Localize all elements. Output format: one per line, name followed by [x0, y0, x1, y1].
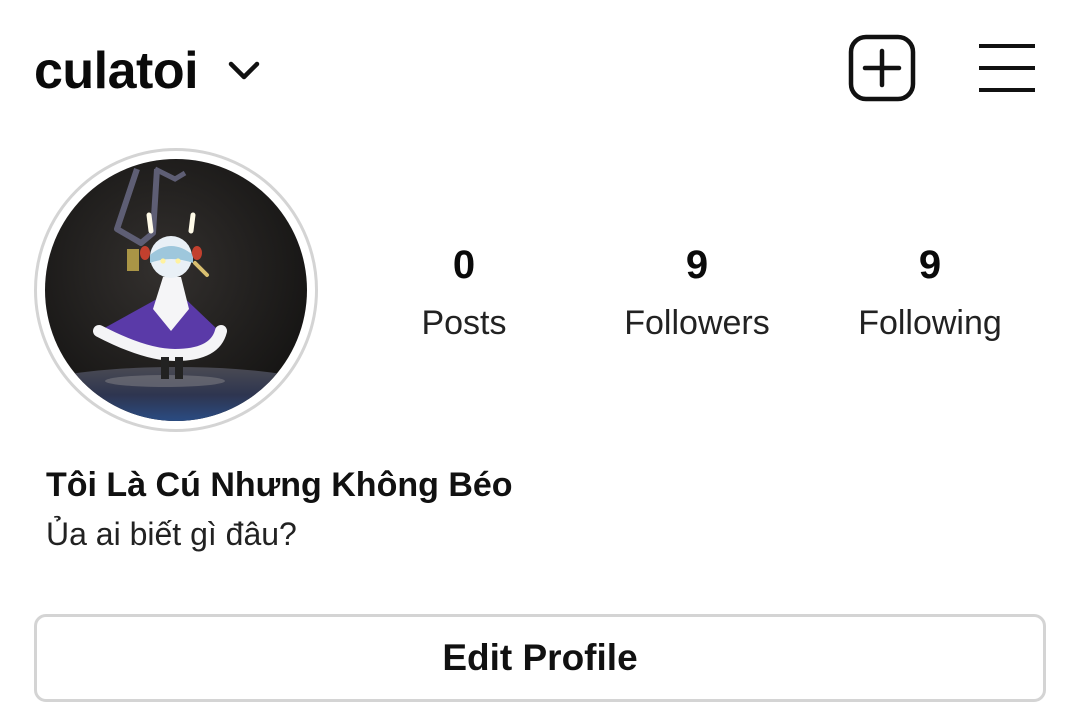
bio-text: Ủa ai biết gì đâu? — [46, 516, 297, 552]
posts-label: Posts — [421, 304, 507, 342]
username: culatoi — [34, 42, 199, 100]
stat-posts[interactable]: 0 Posts — [364, 238, 564, 354]
following-count: 9 — [918, 243, 942, 287]
followers-label: Followers — [624, 304, 770, 342]
plus-square-icon — [848, 34, 916, 102]
stat-following[interactable]: 9 Following — [830, 238, 1030, 354]
following-label: Following — [858, 304, 1002, 342]
chevron-down-icon — [226, 53, 262, 89]
account-switcher[interactable]: culatoi — [34, 36, 262, 106]
hamburger-menu-icon — [979, 44, 1035, 92]
avatar — [45, 159, 307, 421]
profile-avatar-button[interactable] — [34, 148, 318, 432]
display-name: Tôi Là Cú Nhưng Không Béo — [46, 466, 513, 504]
stat-followers[interactable]: 9 Followers — [597, 238, 797, 354]
followers-count: 9 — [685, 243, 709, 287]
menu-button[interactable] — [976, 40, 1038, 96]
posts-count: 0 — [452, 243, 476, 287]
avatar-image — [45, 159, 307, 421]
profile-header: culatoi — [0, 0, 1080, 140]
edit-profile-button[interactable]: Edit Profile — [34, 614, 1046, 702]
new-post-button[interactable] — [848, 34, 916, 102]
